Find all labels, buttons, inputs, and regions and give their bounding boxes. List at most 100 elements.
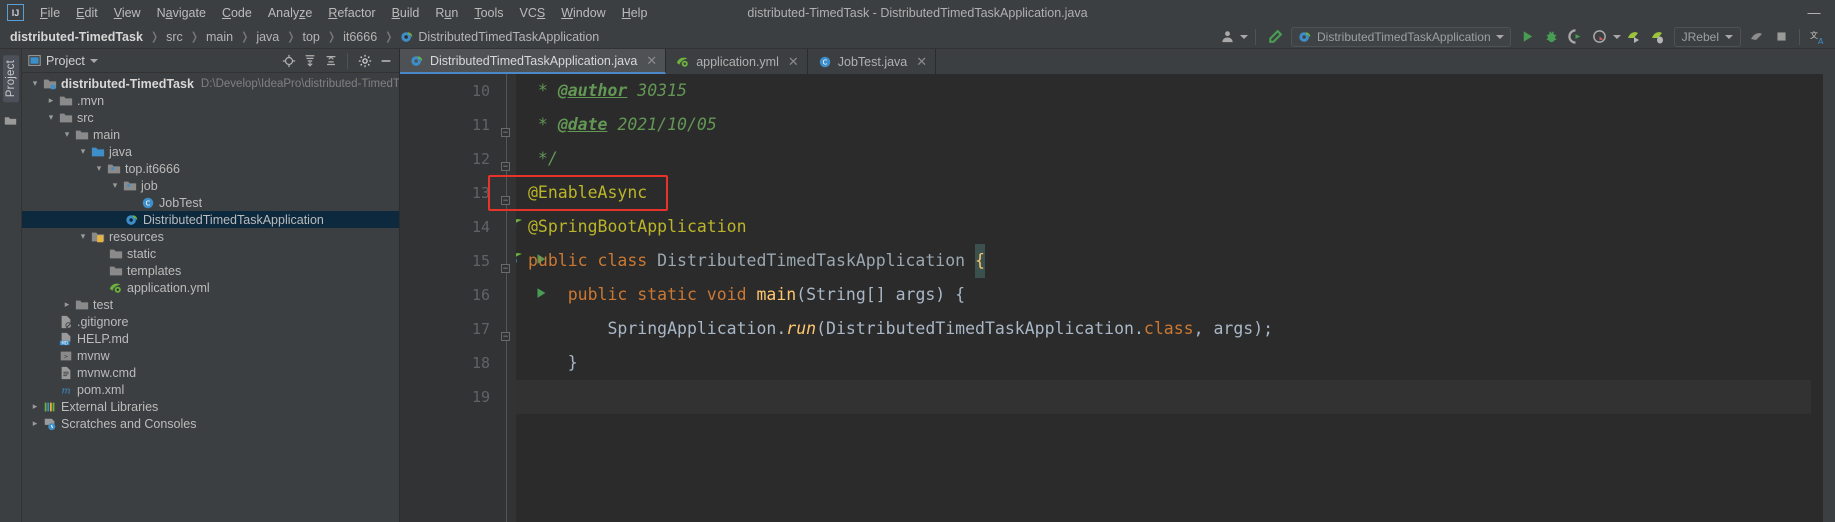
tree-item-static[interactable]: static	[22, 245, 399, 262]
chevron-down-icon[interactable]: ▾	[92, 163, 106, 174]
tree-item-mvn[interactable]: ▸ .mvn	[22, 92, 399, 109]
menu-vcs[interactable]: VCS	[512, 3, 554, 23]
close-icon[interactable]: ✕	[916, 54, 927, 70]
tree-item-application-yml[interactable]: application.yml	[22, 279, 399, 296]
run-configuration-selector[interactable]: DistributedTimedTaskApplication	[1291, 26, 1511, 47]
editor-tab-jobtest[interactable]: C JobTest.java ✕	[808, 49, 937, 74]
project-tree[interactable]: ▾ distributed-TimedTask D:\Develop\IdeaP…	[22, 73, 399, 522]
jrebel-run-icon[interactable]	[1623, 27, 1645, 47]
breadcrumb-item-main[interactable]: main	[202, 28, 237, 46]
tree-item-templates[interactable]: templates	[22, 262, 399, 279]
tree-item-distributed-timedtask[interactable]: ▾ distributed-TimedTask D:\Develop\IdeaP…	[22, 75, 399, 92]
user-avatar-icon[interactable]	[1216, 27, 1238, 47]
hide-icon[interactable]	[376, 51, 395, 70]
breadcrumb-item-it6666[interactable]: it6666	[339, 28, 381, 46]
tree-item-help-md[interactable]: MD HELP.md	[22, 330, 399, 347]
tree-item-jobtest[interactable]: C JobTest	[22, 194, 399, 211]
tree-item-main[interactable]: ▾ main	[22, 126, 399, 143]
chevron-down-icon[interactable]: ▾	[108, 180, 122, 191]
menu-help[interactable]: Help	[614, 3, 656, 23]
chevron-down-icon[interactable]: ▾	[28, 78, 42, 89]
chevron-down-icon[interactable]	[1725, 34, 1733, 39]
fold-collapse-comment-icon[interactable]: −	[501, 128, 510, 137]
menu-tools[interactable]: Tools	[466, 3, 511, 23]
javadoc-author-value: 30315	[627, 81, 687, 100]
menu-refactor[interactable]: Refactor	[320, 3, 383, 23]
editor-tab-application-yml[interactable]: application.yml ✕	[666, 49, 808, 74]
chevron-down-icon[interactable]: ▾	[76, 231, 90, 242]
fold-end-method-icon[interactable]: −	[501, 332, 510, 341]
build-icon[interactable]	[1746, 27, 1768, 47]
tool-window-button-project[interactable]: Project	[2, 55, 19, 103]
chevron-down-icon[interactable]: ▾	[44, 112, 58, 123]
debug-icon[interactable]	[1541, 27, 1563, 47]
chevron-down-icon[interactable]	[89, 58, 98, 63]
structure-icon[interactable]	[4, 114, 17, 132]
tree-item-scratches-and-consoles[interactable]: ▸ Scratches and Consoles	[22, 415, 399, 432]
tree-item-mvnw[interactable]: > mvnw	[22, 347, 399, 364]
breadcrumb-item-src[interactable]: src	[162, 28, 187, 46]
profiler-icon[interactable]	[1589, 27, 1611, 47]
breadcrumb-item-java[interactable]: java	[252, 28, 283, 46]
chevron-right-icon[interactable]: ▸	[28, 418, 42, 429]
tree-item-test[interactable]: ▸ test	[22, 296, 399, 313]
menu-code[interactable]: Code	[214, 3, 260, 23]
chevron-down-icon[interactable]: ▾	[76, 146, 90, 157]
menu-build[interactable]: Build	[384, 3, 428, 23]
profiler-dropdown-caret-icon[interactable]	[1612, 34, 1621, 39]
breadcrumb-item-top[interactable]: top	[298, 28, 323, 46]
menu-edit[interactable]: Edit	[68, 3, 106, 23]
collapse-all-icon[interactable]	[321, 51, 340, 70]
expand-all-icon[interactable]	[300, 51, 319, 70]
jrebel-debug-icon[interactable]	[1647, 27, 1669, 47]
tree-item-mvnw-cmd[interactable]: mvnw.cmd	[22, 364, 399, 381]
svg-text:A: A	[1818, 37, 1824, 45]
run-with-coverage-icon[interactable]	[1565, 27, 1587, 47]
project-panel-title[interactable]: Project	[28, 54, 98, 68]
chevron-down-icon[interactable]	[1495, 34, 1504, 39]
editor-tab-distributedtimedtaskapplication[interactable]: DistributedTimedTaskApplication.java ✕	[400, 49, 667, 74]
gear-icon[interactable]	[355, 51, 374, 70]
translate-icon[interactable]: 文A	[1807, 27, 1829, 47]
editor-gutter[interactable]: 10 11 12 13 14 15 e	[400, 74, 546, 522]
tree-item-src[interactable]: ▾ src	[22, 109, 399, 126]
chevron-right-icon[interactable]: ▸	[44, 95, 58, 106]
menu-analyze[interactable]: Analyze	[260, 3, 320, 23]
tree-item-pom-xml[interactable]: m pom.xml	[22, 381, 399, 398]
code-content[interactable]: * @author 30315 * @date 2021/10/05 */ @E…	[516, 74, 1823, 522]
menu-file[interactable]: File	[32, 3, 68, 23]
class-name: DistributedTimedTaskApplication	[657, 251, 976, 270]
editor-vertical-scrollbar[interactable]	[1811, 74, 1823, 522]
fold-collapse-method-icon[interactable]: −	[501, 264, 510, 273]
breadcrumb-item-project[interactable]: distributed-TimedTask	[6, 28, 147, 46]
tree-item-gitignore[interactable]: .gitignore	[22, 313, 399, 330]
jrebel-selector[interactable]: JRebel	[1673, 26, 1741, 47]
tree-item-external-libraries[interactable]: ▸ External Libraries	[22, 398, 399, 415]
update-project-icon[interactable]	[1263, 27, 1285, 47]
locate-icon[interactable]	[279, 51, 298, 70]
breadcrumb-item-class[interactable]: DistributedTimedTaskApplication	[396, 28, 603, 46]
tree-item-java[interactable]: ▾ java	[22, 143, 399, 160]
minimize-button[interactable]: —	[1801, 5, 1827, 20]
editor-fold-column[interactable]: − − − − −	[498, 74, 516, 522]
stop-icon[interactable]	[1770, 27, 1792, 47]
close-icon[interactable]: ✕	[646, 53, 657, 69]
code-editor[interactable]: 10 11 12 13 14 15 e	[400, 74, 1823, 522]
tree-item-job[interactable]: ▾ job	[22, 177, 399, 194]
tree-item-distributedtimedtaskapplication[interactable]: DistributedTimedTaskApplication	[22, 211, 399, 228]
user-dropdown-caret-icon[interactable]	[1240, 34, 1248, 39]
run-icon[interactable]	[1517, 27, 1539, 47]
fold-collapse-annotations-icon[interactable]: −	[501, 162, 510, 171]
menu-view[interactable]: View	[106, 3, 149, 23]
fold-collapse-class-icon[interactable]: −	[501, 196, 510, 205]
tree-item-top-it6666[interactable]: ▾ top.it6666	[22, 160, 399, 177]
chevron-down-icon[interactable]: ▾	[60, 129, 74, 140]
menu-window[interactable]: Window	[553, 3, 613, 23]
menu-navigate[interactable]: Navigate	[149, 3, 214, 23]
menu-run[interactable]: Run	[427, 3, 466, 23]
tree-item-resources[interactable]: ▾ resources	[22, 228, 399, 245]
close-icon[interactable]: ✕	[788, 54, 799, 70]
chevron-right-icon[interactable]: ▸	[28, 401, 42, 412]
maven-icon: m	[58, 383, 74, 397]
chevron-right-icon[interactable]: ▸	[60, 299, 74, 310]
